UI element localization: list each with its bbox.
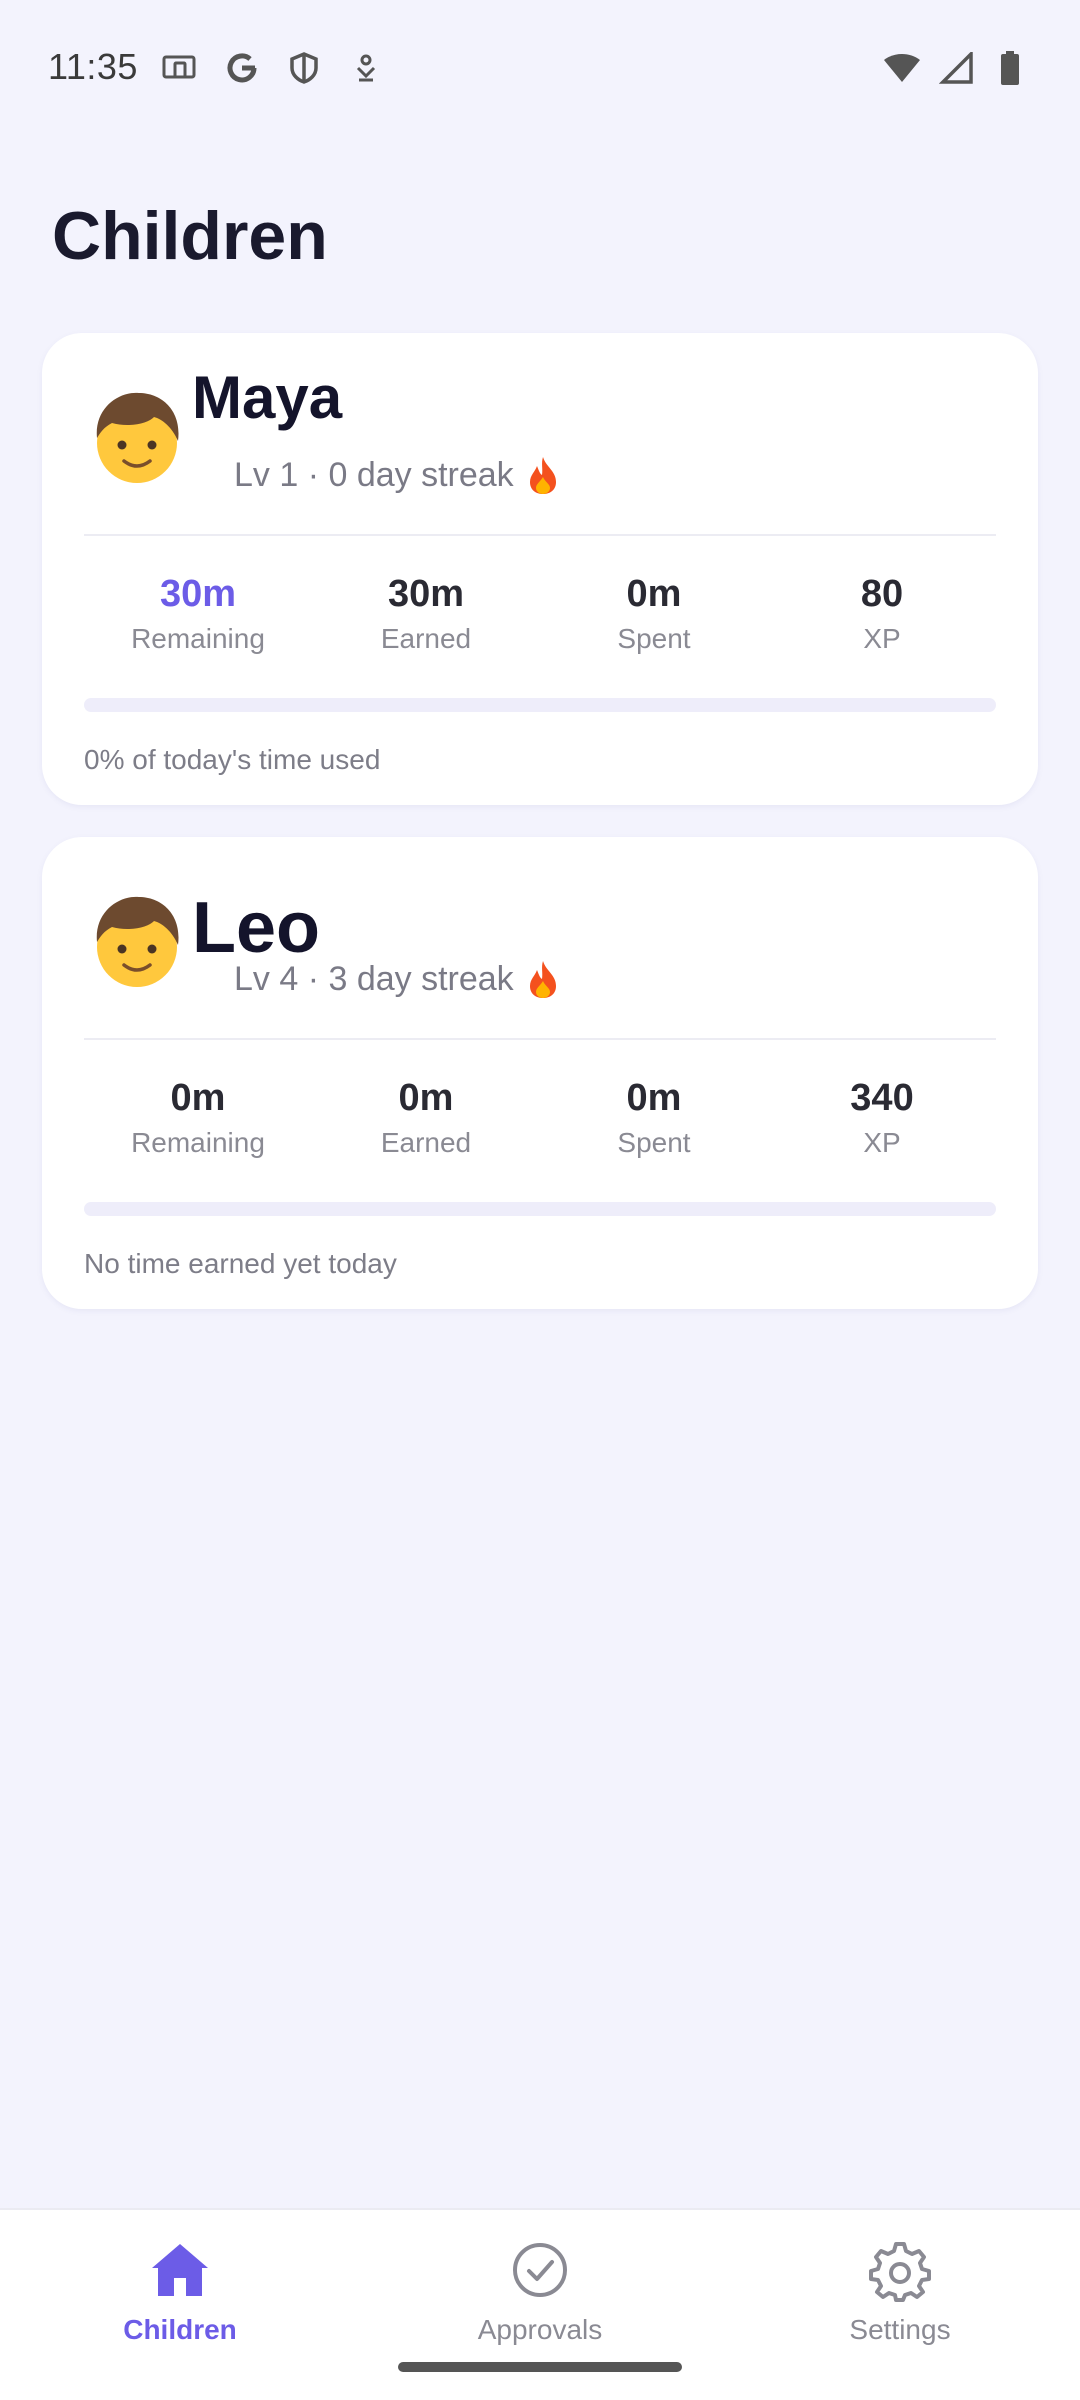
stat-earned: 30m Earned xyxy=(312,571,540,657)
check-circle-icon xyxy=(508,2238,572,2302)
page-title: Children xyxy=(52,198,328,274)
stat-value: 0m xyxy=(626,573,682,615)
child-card-leo[interactable]: Leo Lv 4 · 3 day streak 0m Remaining 0m … xyxy=(42,837,1038,1309)
stat-value: 30m xyxy=(159,573,237,615)
stat-value: 0m xyxy=(170,1077,226,1119)
stat-remaining: 0m Remaining xyxy=(84,1075,312,1161)
stat-value: 30m xyxy=(387,573,465,615)
child-meta: Lv 1 · 0 day streak xyxy=(234,455,562,495)
child-emoji-icon xyxy=(84,383,190,489)
home-icon xyxy=(148,2238,212,2302)
stat-xp: 340 XP xyxy=(768,1075,996,1161)
stat-label: Earned xyxy=(380,1127,472,1158)
nav-item-approvals[interactable]: Approvals xyxy=(420,2230,660,2380)
stat-spent: 0m Spent xyxy=(540,1075,768,1161)
nav-item-settings[interactable]: Settings xyxy=(780,2230,1020,2380)
wifi-icon xyxy=(882,48,922,88)
signal-icon xyxy=(936,48,976,88)
level-streak-text: Lv 4 · 3 day streak xyxy=(234,960,514,998)
status-time: 11:35 xyxy=(48,46,138,87)
stats-row: 30m Remaining 30m Earned 0m Spent 80 XP xyxy=(84,571,996,657)
stat-remaining: 30m Remaining xyxy=(84,571,312,657)
flame-icon xyxy=(524,959,562,999)
divider xyxy=(84,534,996,536)
stat-label: Remaining xyxy=(131,623,265,654)
time-progress-bar xyxy=(84,698,996,712)
stat-label: XP xyxy=(863,623,901,654)
stat-label: Earned xyxy=(380,623,472,654)
stat-value: 80 xyxy=(860,573,904,615)
stat-value: 0m xyxy=(626,1077,682,1119)
nav-label: Settings xyxy=(849,2314,951,2345)
status-icons-left xyxy=(160,48,386,88)
stat-label: Spent xyxy=(617,1127,691,1158)
divider xyxy=(84,1038,996,1040)
battery-icon xyxy=(990,48,1030,88)
child-meta: Lv 4 · 3 day streak xyxy=(234,959,562,999)
shield-icon xyxy=(284,48,324,88)
stat-label: Remaining xyxy=(131,1127,265,1158)
home-indicator[interactable] xyxy=(398,2362,682,2372)
stat-earned: 0m Earned xyxy=(312,1075,540,1161)
stat-value: 340 xyxy=(850,1077,914,1119)
progress-caption: 0% of today's time used xyxy=(84,744,381,775)
nav-label: Approvals xyxy=(477,2314,603,2345)
progress-caption: No time earned yet today xyxy=(84,1248,397,1279)
flame-icon xyxy=(524,455,562,495)
google-icon xyxy=(222,48,262,88)
level-streak-text: Lv 1 · 0 day streak xyxy=(234,456,514,494)
child-emoji-icon xyxy=(84,887,190,993)
stats-row: 0m Remaining 0m Earned 0m Spent 340 XP xyxy=(84,1075,996,1161)
gear-icon xyxy=(868,2238,932,2302)
child-card-maya[interactable]: Maya Lv 1 · 0 day streak 30m Remaining 3… xyxy=(42,333,1038,805)
nav-item-children[interactable]: Children xyxy=(60,2230,300,2380)
stat-label: XP xyxy=(863,1127,901,1158)
stat-xp: 80 XP xyxy=(768,571,996,657)
stat-value: 0m xyxy=(398,1077,454,1119)
cast-icon xyxy=(160,48,200,88)
stat-spent: 0m Spent xyxy=(540,571,768,657)
time-progress-bar xyxy=(84,1202,996,1216)
download-icon xyxy=(346,48,386,88)
nav-label: Children xyxy=(123,2314,237,2345)
stat-label: Spent xyxy=(617,623,691,654)
child-name: Maya xyxy=(192,364,343,431)
status-bar: 11:35 xyxy=(0,0,1080,140)
child-name: Leo xyxy=(192,888,321,968)
status-icons-right xyxy=(882,48,1030,88)
